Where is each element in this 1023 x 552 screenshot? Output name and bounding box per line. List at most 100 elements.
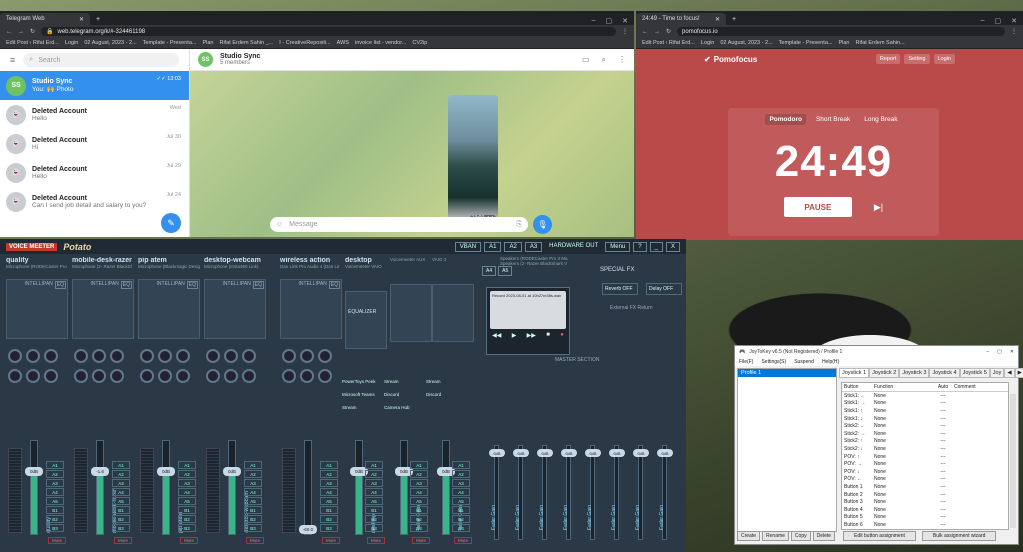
knob-control[interactable] [242,369,256,383]
new-tab-icon[interactable]: + [732,16,736,23]
bus-toggle[interactable]: A1 [365,461,383,469]
bus-toggle[interactable]: A5 [46,497,64,505]
maximize-icon[interactable]: ▢ [606,17,613,25]
output-fader[interactable]: 0dB Fader Gain [512,445,530,540]
knob-control[interactable] [318,349,332,363]
intellipan-panel[interactable]: INTELLIPAN EQ [138,279,200,339]
eq-button[interactable]: EQ [120,281,132,289]
table-row[interactable]: Stick1: ← None --- [842,392,1008,400]
table-row[interactable]: POV: ↓ None --- [842,468,1008,476]
knob-control[interactable] [140,369,154,383]
bus-toggle[interactable]: A1 [178,461,196,469]
table-row[interactable]: Button 2 None --- [842,491,1008,499]
insert-item[interactable]: Stream [342,405,384,410]
hamburger-menu-icon[interactable]: ≡ [10,55,15,65]
eq-button[interactable]: EQ [54,281,66,289]
knob-control[interactable] [282,369,296,383]
output-value[interactable]: 0dB [513,449,529,457]
knob-control[interactable] [176,349,190,363]
table-row[interactable]: Button 3 None --- [842,498,1008,506]
play-icon[interactable]: ▶ [512,332,517,339]
gain-fader[interactable]: 0dB [395,440,413,535]
fader-value[interactable]: -1.6 [91,467,109,477]
mute-button[interactable]: Mute [411,537,430,544]
bus-toggle[interactable]: A3 [452,479,470,487]
search-icon[interactable]: ⌕ [602,55,606,65]
header-auto[interactable]: Auto [932,384,954,390]
tab-telegram[interactable]: Telegram Web ✕ [0,13,90,25]
output-value[interactable]: 0dB [537,449,553,457]
knob-control[interactable] [44,349,58,363]
bookmark-item[interactable]: Edit Post ‹ Rifat Erd... [642,40,695,46]
bus-toggle[interactable]: B3 [365,524,383,532]
output-fader[interactable]: 0dB Fader Gain [632,445,650,540]
output-value[interactable]: 0dB [609,449,625,457]
menu-item[interactable]: Settings(S) [761,359,786,365]
knob-control[interactable] [318,369,332,383]
tab-long-break[interactable]: Long Break [860,114,901,125]
copy-button[interactable]: Copy [790,531,811,541]
delay-toggle[interactable]: Delay OFF [646,283,682,295]
bus-toggle[interactable]: A1 [410,461,428,469]
output-fader[interactable]: 0dB Fader Gain [656,445,674,540]
strip-name[interactable]: desktop [345,257,387,264]
bus-toggle[interactable]: A5 [410,497,428,505]
bus-toggle[interactable]: B3 [112,524,130,532]
strip-device[interactable]: Microphone (RODECaster Pro [6,264,68,269]
table-row[interactable]: Stick2: → None --- [842,430,1008,438]
eq-button[interactable]: EQ [186,281,198,289]
header-function[interactable]: Function [874,384,932,390]
bookmark-item[interactable]: CV2ip [412,40,427,46]
strip-device[interactable]: VAIO 3 [432,257,474,262]
menu-item[interactable]: File(F) [739,359,753,365]
bus-toggle[interactable]: A1 [244,461,262,469]
equalizer-panel[interactable] [345,291,387,349]
stop-icon[interactable]: ■ [546,332,550,339]
close-icon[interactable]: ✕ [715,16,720,23]
bus-toggle[interactable]: B1 [365,506,383,514]
tab-pomodoro[interactable]: Pomodoro [765,114,806,125]
insert-item[interactable]: Camera Hub [384,405,426,410]
intellipan-panel[interactable]: INTELLIPAN EQ [72,279,134,339]
message-input[interactable]: ☺ Message ⎘ [270,217,528,232]
insert-item[interactable]: Stream [384,379,426,384]
output-fader[interactable]: 0dB Fader Gain [584,445,602,540]
strip-device[interactable]: Microphone (Insta360 Link) [204,264,266,269]
insert-item[interactable]: Microsoft Teams [342,392,384,397]
table-row[interactable]: Stick2: ← None --- [842,422,1008,430]
knob-control[interactable] [206,349,220,363]
bus-toggle[interactable]: A3 [112,479,130,487]
list-item[interactable]: 👻 Deleted Account Hi Jul 30 [0,129,189,158]
bus-toggle[interactable]: A5 [365,497,383,505]
table-scrollbar[interactable] [1010,394,1016,528]
strip-name[interactable]: desktop-webcam [204,257,266,264]
output-fader[interactable]: 0dB Fader Gain [608,445,626,540]
pause-button[interactable]: PAUSE [783,197,852,217]
bus-toggle[interactable]: B2 [244,515,262,523]
knob-control[interactable] [92,349,106,363]
mute-button[interactable]: Mute [113,537,132,544]
list-item[interactable]: SS Studio Sync You: 🙌 Photo ✓✓ 13:03 [0,71,189,100]
bus-toggle[interactable]: A4 [365,488,383,496]
bus-toggle[interactable]: B3 [452,524,470,532]
strip-name[interactable]: pip atem [138,257,200,264]
knob-control[interactable] [300,349,314,363]
list-item[interactable]: 👻 Deleted Account Hello Wed [0,100,189,129]
fader-value[interactable]: -60.0 [299,525,317,534]
table-row[interactable]: Button 4 None --- [842,506,1008,514]
setting-button[interactable]: Setting [904,54,930,64]
create-button[interactable]: Create [737,531,761,541]
bus-toggle[interactable]: B3 [178,524,196,532]
fader-value[interactable]: 0dB [25,467,43,477]
knob-control[interactable] [242,349,256,363]
knob-control[interactable] [26,369,40,383]
bus-toggle[interactable]: A1 [320,461,338,469]
insert-item[interactable]: Stream [426,379,468,384]
tab-joystick[interactable]: Joystick 2 [869,368,900,378]
knob-control[interactable] [224,369,238,383]
knob-control[interactable] [206,369,220,383]
rewind-icon[interactable]: ◀◀ [492,332,501,339]
bus-toggle[interactable]: A1 [452,461,470,469]
bus-toggle[interactable]: A2 [452,470,470,478]
address-bar[interactable]: 🔒 web.telegram.org/k/#-324461198 [41,27,616,36]
